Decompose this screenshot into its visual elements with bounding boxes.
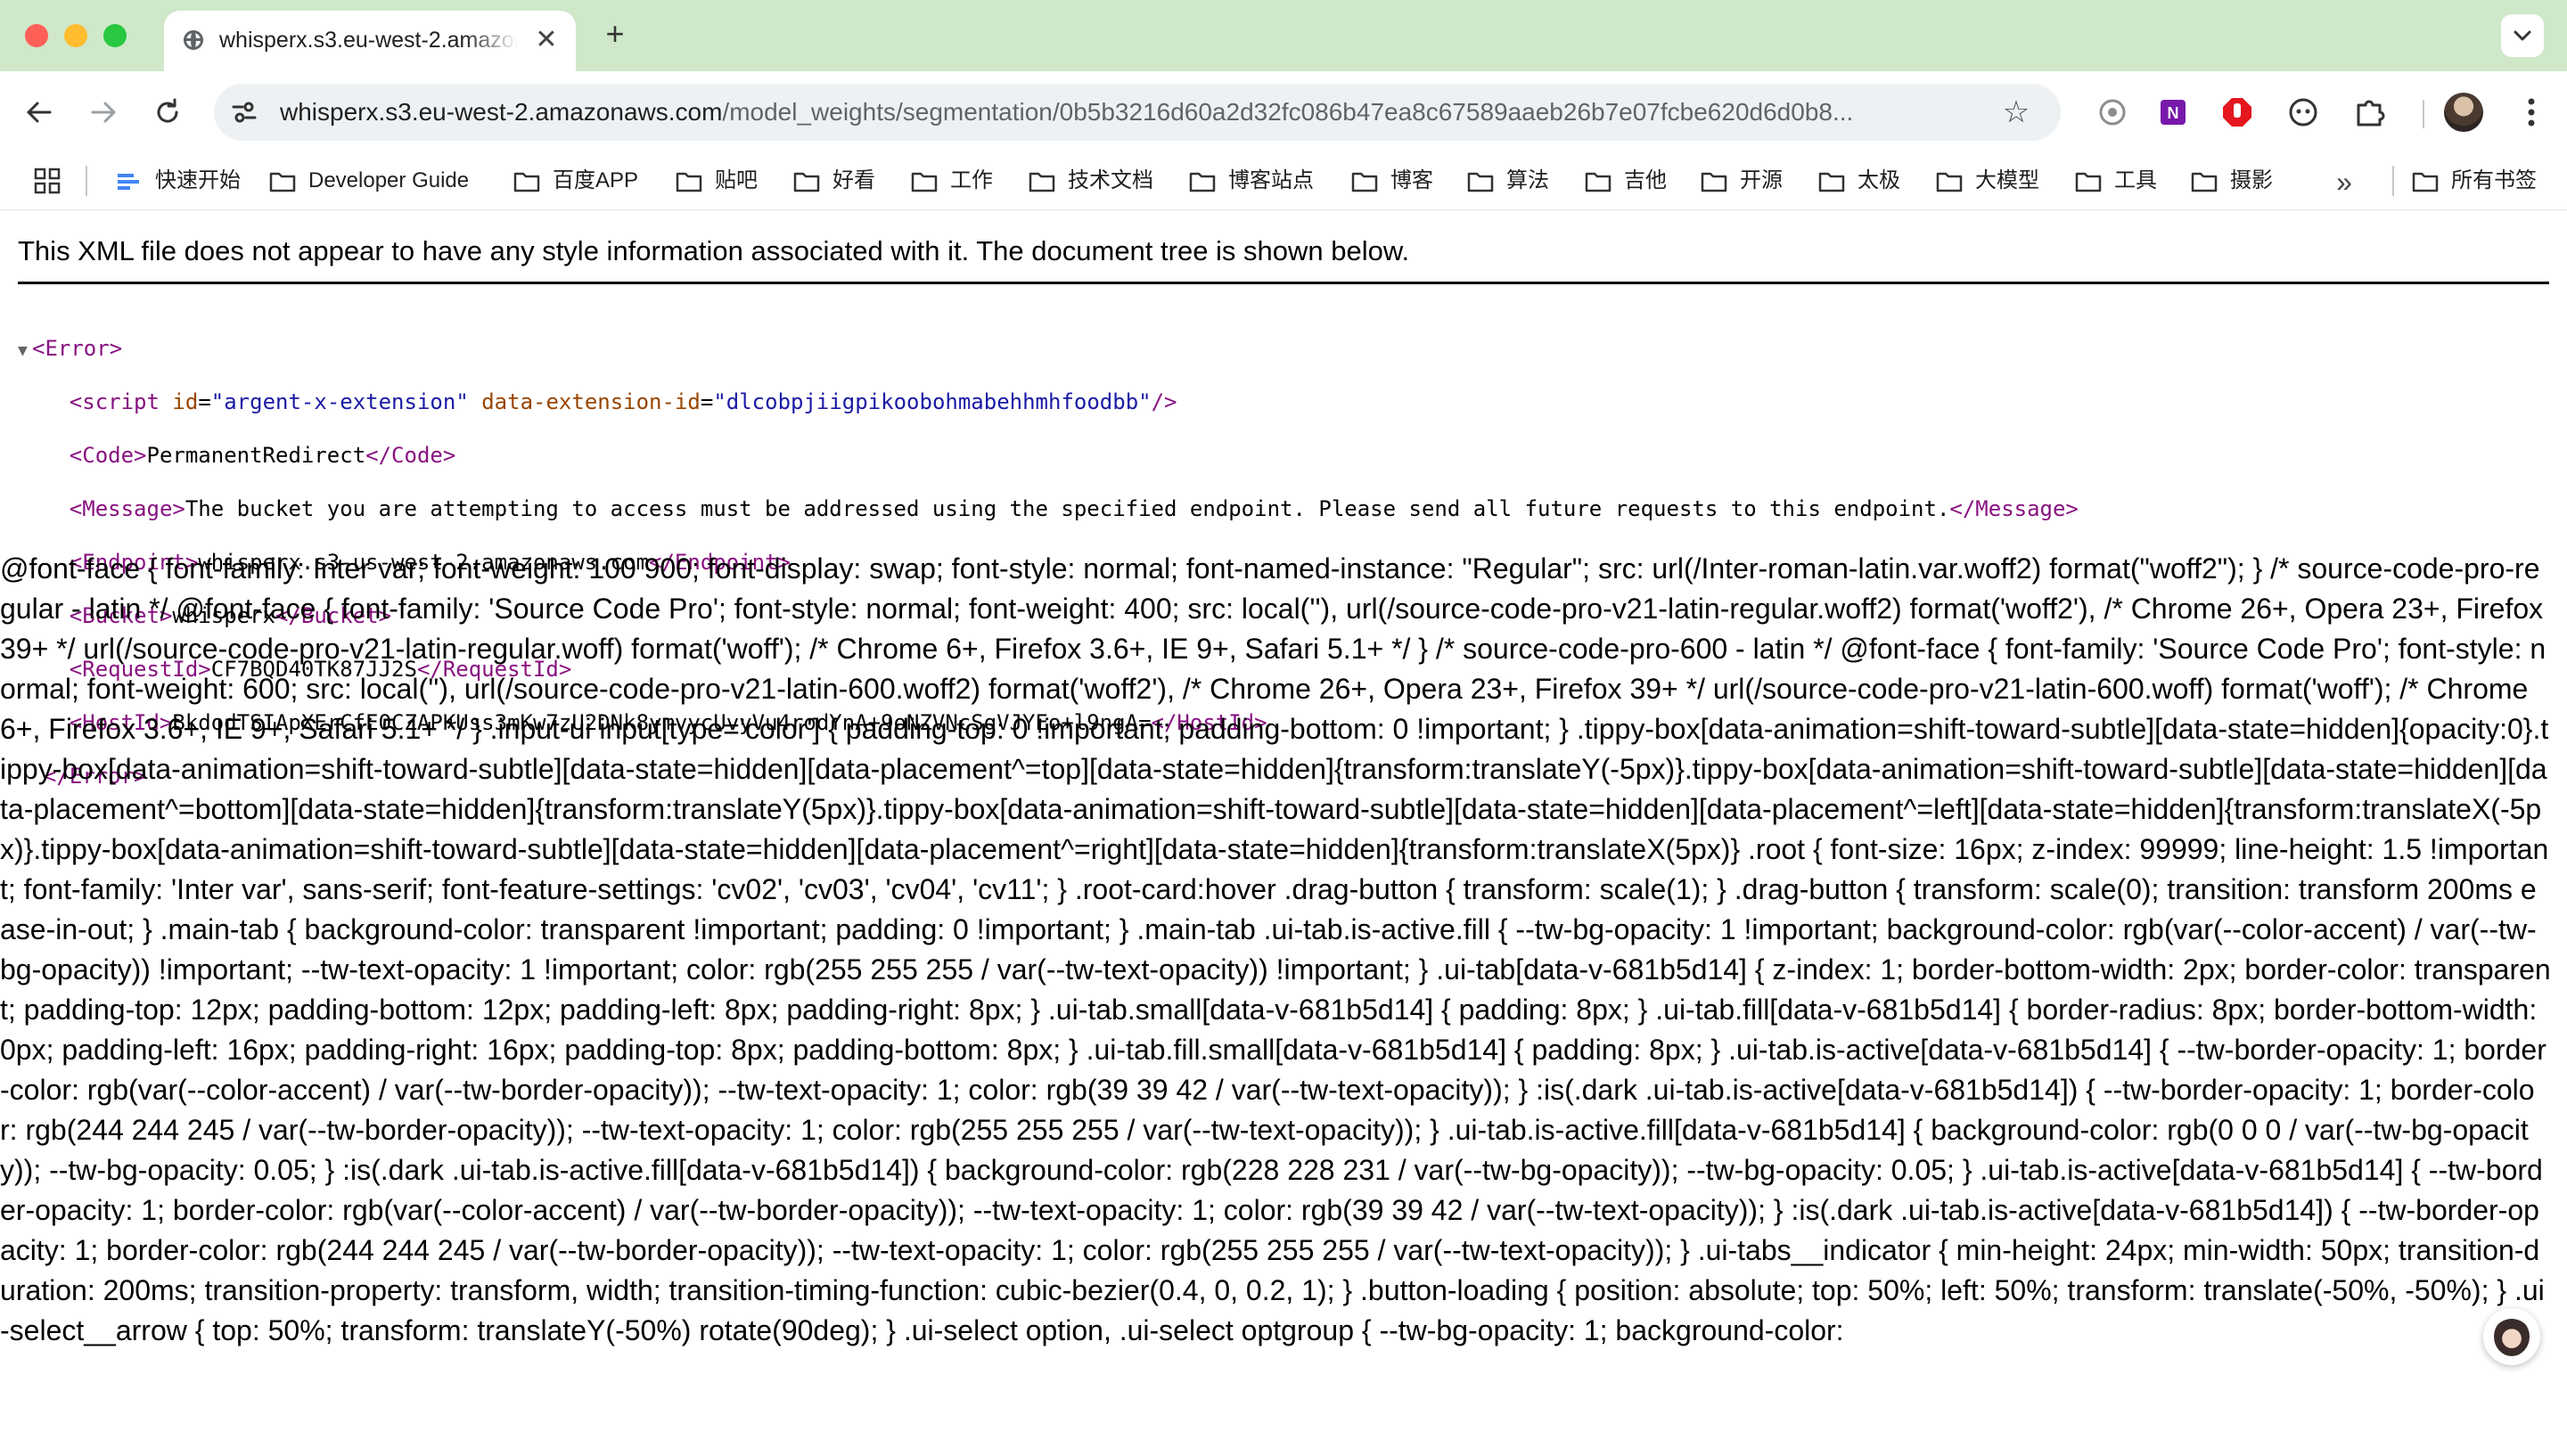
bookmarks-overflow-button[interactable]: » — [2326, 162, 2362, 201]
onenote-icon[interactable]: N — [2157, 96, 2189, 128]
folder-icon — [1351, 172, 1378, 192]
reload-icon — [157, 98, 178, 123]
adblock-icon[interactable] — [2221, 96, 2253, 128]
arrow-right-icon — [91, 102, 116, 123]
ai-extension-icon[interactable] — [2287, 96, 2319, 128]
window-close-button[interactable] — [25, 24, 48, 47]
back-button[interactable] — [18, 91, 61, 134]
folder-icon — [2191, 172, 2218, 192]
folder-icon — [1701, 172, 1727, 192]
bookmark-star-button[interactable]: ☆ — [2000, 96, 2032, 128]
tab-search-button[interactable] — [2501, 14, 2544, 57]
puzzle-icon[interactable] — [2353, 96, 2385, 128]
window-maximize-button[interactable] — [103, 24, 127, 47]
bookmark-label: 百度APP — [553, 168, 639, 192]
bookmark-label: 大模型 — [1975, 168, 2039, 192]
tab-title: whisperx.s3.eu-west-2.amazonaws.com/mode… — [219, 28, 518, 53]
xml-notice-divider — [18, 282, 2549, 284]
address-bar[interactable]: whisperx.s3.eu-west-2.amazonaws.com/mode… — [214, 84, 2061, 141]
folder-icon — [2075, 172, 2102, 192]
folder-icon — [1189, 172, 1216, 192]
bookmark-label: 摄影 — [2230, 168, 2273, 192]
window-minimize-button[interactable] — [64, 24, 87, 47]
xml-code-node: <Code>PermanentRedirect</Code> — [69, 443, 456, 468]
url-path: /model_weights/segmentation/0b5b3216d60a… — [722, 98, 1854, 126]
xml-script-node: <script id="argent-x-extension" data-ext… — [69, 389, 1177, 414]
folder-icon — [1936, 172, 1963, 192]
tab-close-button[interactable]: ✕ — [533, 27, 560, 53]
apps-grid-icon[interactable] — [34, 168, 61, 194]
bookmark-label: 技术文档 — [1068, 168, 1153, 192]
folder-icon — [1585, 172, 1612, 192]
bookmark-label: 好看 — [832, 168, 875, 192]
bookmark-label: 太极 — [1858, 168, 1900, 192]
chevron-down-icon — [2514, 30, 2531, 41]
collapse-triangle-icon[interactable]: ▼ — [18, 338, 32, 364]
site-info-icon[interactable] — [230, 98, 258, 127]
bookmark-label: 博客 — [1390, 168, 1433, 192]
injected-css-text: @font-face { font-family: Inter var; fon… — [0, 552, 2551, 1346]
floating-assistant-avatar[interactable] — [2483, 1308, 2540, 1365]
folder-icon — [269, 172, 296, 192]
more-menu-icon[interactable] — [2514, 91, 2549, 134]
bookmark-label: 算法 — [1506, 168, 1549, 192]
folder-icon — [1467, 172, 1494, 192]
xml-error-open[interactable]: ▼ <Error> — [18, 335, 2549, 362]
reload-button[interactable] — [146, 91, 189, 134]
url-text[interactable]: whisperx.s3.eu-west-2.amazonaws.com/mode… — [280, 84, 1956, 141]
bookmarks-bar: 快速开始 Developer Guide 百度APP 贴吧 好看 工作 技术文档… — [0, 153, 2567, 210]
folder-icon — [676, 172, 702, 192]
svg-text:N: N — [2168, 104, 2179, 122]
folder-icon — [911, 172, 938, 192]
quick-start-icon — [118, 174, 139, 190]
folder-icon — [1818, 172, 1845, 192]
bookmarks-divider — [86, 166, 87, 196]
xml-style-notice: This XML file does not appear to have an… — [18, 235, 1410, 266]
url-host: whisperx.s3.eu-west-2.amazonaws.com — [280, 98, 723, 126]
new-tab-button[interactable]: + — [597, 16, 633, 52]
folder-icon — [2412, 172, 2439, 192]
bookmark-label: 工具 — [2114, 168, 2157, 192]
browser-tab-active[interactable]: whisperx.s3.eu-west-2.amazonaws.com/mode… — [164, 11, 576, 71]
forward-button[interactable] — [82, 91, 125, 134]
bookmark-label: 快速开始 — [155, 168, 241, 192]
page-content: This XML file does not appear to have an… — [0, 210, 2567, 1456]
bookmark-label: 工作 — [950, 168, 993, 192]
globe-icon — [184, 30, 203, 50]
folder-icon — [793, 172, 820, 192]
bookmark-label: 贴吧 — [715, 168, 758, 192]
profile-avatar[interactable] — [2444, 93, 2483, 132]
bookmark-label: 所有书签 — [2451, 168, 2537, 192]
bookmark-label: 博客站点 — [1228, 168, 1314, 192]
folder-icon — [513, 172, 540, 192]
tab-strip: whisperx.s3.eu-west-2.amazonaws.com/mode… — [0, 0, 2567, 71]
folder-icon — [1029, 172, 1055, 192]
browser-toolbar: whisperx.s3.eu-west-2.amazonaws.com/mode… — [0, 71, 2567, 153]
bookmark-label: Developer Guide — [308, 168, 470, 192]
bookmark-label: 开源 — [1740, 168, 1783, 192]
bookmarks-divider — [2392, 166, 2394, 196]
camera-icon[interactable] — [2096, 96, 2128, 128]
xml-message-node: <Message>The bucket you are attempting t… — [69, 496, 2079, 521]
arrow-left-icon — [27, 102, 52, 123]
bookmark-label: 吉他 — [1624, 168, 1667, 192]
toolbar-divider — [2423, 100, 2424, 128]
